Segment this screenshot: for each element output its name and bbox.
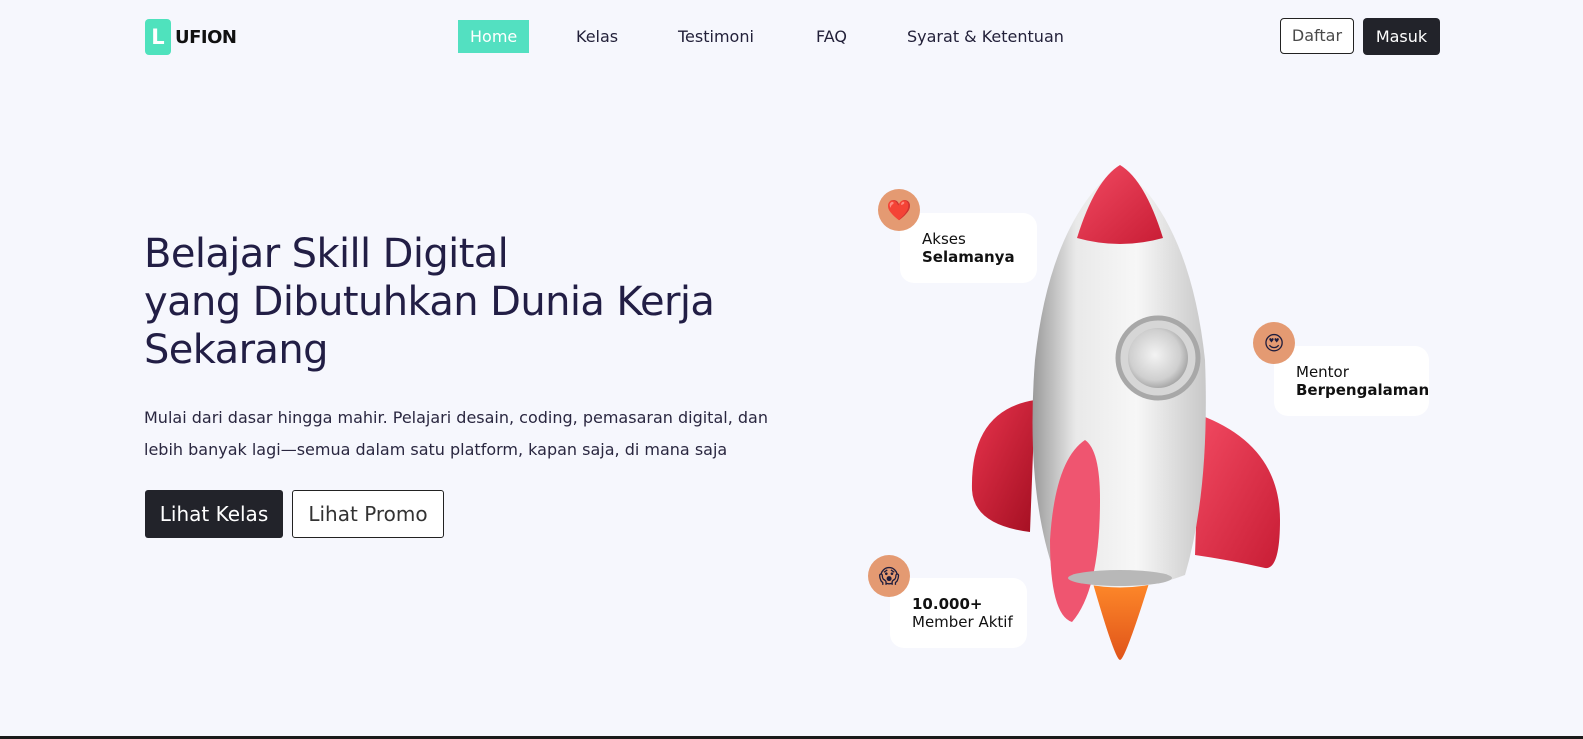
feature-card-lifetime-access: Akses Selamanya — [900, 213, 1037, 283]
hero-title-line: Sekarang — [144, 327, 328, 373]
nav-item-testimoni[interactable]: Testimoni — [678, 20, 754, 53]
feature-card-label-bold: 10.000+ — [912, 595, 983, 613]
logo-badge: L — [145, 19, 171, 55]
shocked-emoji-icon: 😱 — [868, 555, 910, 597]
nav-item-syarat-ketentuan[interactable]: Syarat & Ketentuan — [907, 20, 1064, 53]
view-classes-button[interactable]: Lihat Kelas — [145, 490, 283, 538]
feature-card-label-bold: Selamanya — [922, 248, 1015, 266]
view-promo-button[interactable]: Lihat Promo — [292, 490, 444, 538]
feature-card-label: Akses — [922, 230, 966, 248]
login-button[interactable]: Masuk — [1363, 18, 1440, 55]
hero-description: Mulai dari dasar hingga mahir. Pelajari … — [144, 408, 768, 459]
feature-card-active-members: 10.000+ Member Aktif — [890, 578, 1027, 648]
nav-item-kelas[interactable]: Kelas — [576, 20, 618, 53]
feature-card-experienced-mentor: Mentor Berpengalaman — [1274, 346, 1429, 416]
logo-text: UFION — [175, 26, 237, 48]
feature-card-label-bold: Berpengalaman — [1296, 381, 1430, 399]
hero-title-line: Belajar Skill Digital — [144, 231, 509, 277]
heart-eyes-emoji-icon: 😍 — [1253, 322, 1295, 364]
nav-item-faq[interactable]: FAQ — [816, 20, 847, 53]
brand-logo[interactable]: L UFION — [145, 19, 237, 55]
nav-item-home[interactable]: Home — [458, 20, 530, 53]
hero-title-line: yang Dibutuhkan Dunia Kerja — [144, 279, 715, 325]
hero-title: Belajar Skill Digital yang Dibutuhkan Du… — [144, 230, 794, 374]
feature-card-label: Member Aktif — [912, 613, 1013, 631]
heart-icon: ❤️ — [878, 189, 920, 231]
feature-card-label: Mentor — [1296, 363, 1349, 381]
register-button[interactable]: Daftar — [1280, 18, 1354, 54]
